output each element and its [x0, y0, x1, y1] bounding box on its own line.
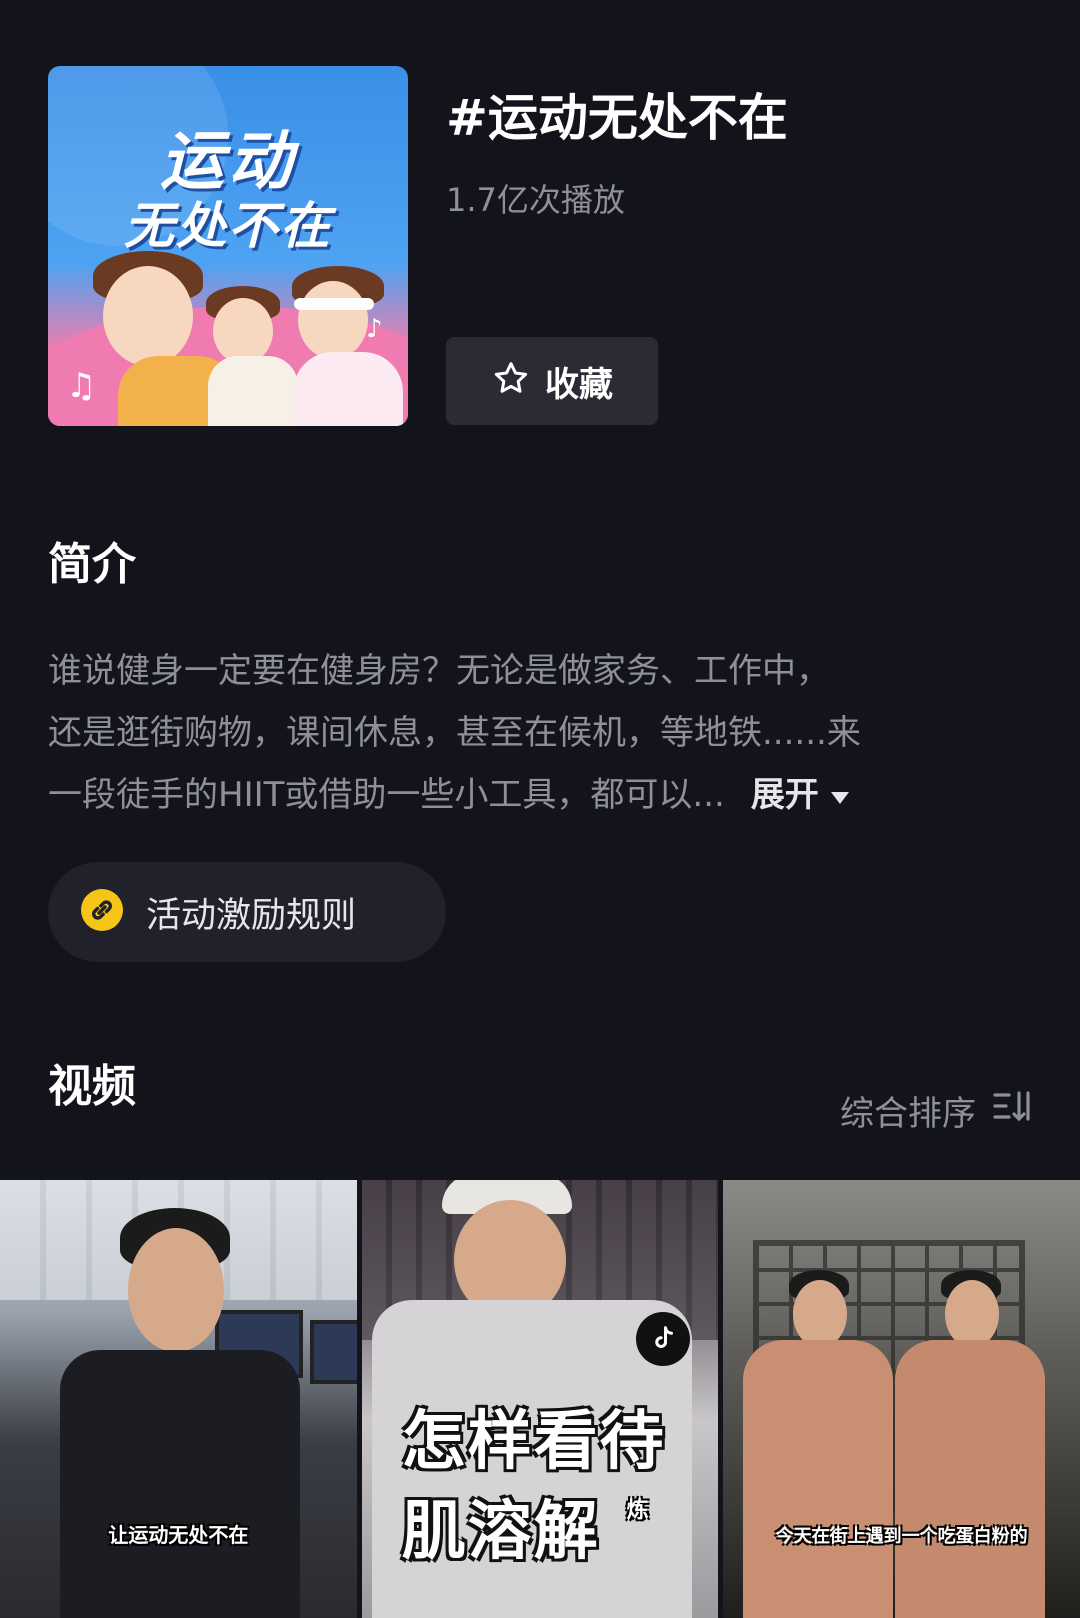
activity-rules-label: 活动激励规则	[146, 895, 357, 936]
video-thumbnail[interactable]: 让运动无处不在	[0, 1180, 357, 1618]
person-face	[128, 1228, 224, 1352]
cover-figure	[208, 356, 298, 426]
videos-heading: 视频	[48, 1061, 136, 1112]
intro-heading: 简介	[48, 539, 136, 590]
video-thumbnail[interactable]: 今天在街上遇到一个吃蛋白粉的	[723, 1180, 1080, 1618]
treadmill-screen	[310, 1320, 357, 1384]
activity-rules-button[interactable]: 活动激励规则	[48, 862, 446, 962]
person-body	[60, 1350, 300, 1618]
cover-figure	[213, 298, 273, 364]
expand-label: 展开	[750, 775, 819, 815]
favorite-button[interactable]: 收藏	[446, 337, 658, 425]
topic-title: #运动无处不在	[446, 89, 788, 147]
play-count: 1.7亿次播放	[446, 181, 625, 219]
sort-label: 综合排序	[840, 1094, 976, 1134]
video-caption-line1: 怎样看待	[401, 1405, 666, 1479]
intro-line: 一段徒手的HIIT或借助一些小工具，都可以...	[48, 775, 725, 815]
expand-button[interactable]: 展开	[751, 764, 851, 826]
video-caption-line2: 肌溶解	[401, 1495, 600, 1569]
video-caption: 今天在街上遇到一个吃蛋白粉的	[775, 1526, 1028, 1547]
intro-line-last: 一段徒手的HIIT或借助一些小工具，都可以... 展开	[48, 764, 1038, 826]
sort-button[interactable]: 综合排序	[840, 1086, 1032, 1135]
link-icon	[80, 888, 124, 936]
favorite-label: 收藏	[545, 364, 613, 405]
sort-icon	[992, 1089, 1032, 1132]
intro-description: 谁说健身一定要在健身房？无论是做家务、工作中， 还是逛街购物，课间休息，甚至在候…	[48, 640, 1038, 826]
cover-figure	[298, 281, 368, 359]
music-note-icon: ♪	[366, 314, 383, 344]
video-caption: 让运动无处不在	[108, 1523, 249, 1547]
cover-figure	[294, 298, 374, 310]
caret-down-icon	[829, 764, 851, 826]
intro-line: 还是逛街购物，课间休息，甚至在候机，等地铁......来	[48, 713, 861, 753]
person-face	[945, 1280, 1000, 1348]
cover-figure	[103, 266, 193, 366]
tiktok-logo-icon	[636, 1312, 691, 1366]
topic-cover-image: ♫ ♪ 运动 无处不在	[48, 66, 408, 426]
video-thumbnail[interactable]: 怎样看待 肌溶解 炼	[361, 1180, 719, 1618]
intro-line: 谁说健身一定要在健身房？无论是做家务、工作中，	[48, 651, 830, 691]
star-outline-icon	[491, 359, 531, 403]
cover-text-line2: 无处不在	[124, 197, 332, 255]
music-note-icon: ♫	[66, 366, 97, 406]
video-grid: 让运动无处不在 怎样看待 肌溶解 炼 今天在街上遇到一个吃蛋白粉的	[0, 1180, 1080, 1618]
person-face	[793, 1280, 848, 1348]
person-body	[743, 1340, 894, 1618]
video-caption-mini: 炼	[626, 1498, 649, 1523]
person-body	[895, 1340, 1046, 1618]
cover-figure	[293, 352, 403, 426]
